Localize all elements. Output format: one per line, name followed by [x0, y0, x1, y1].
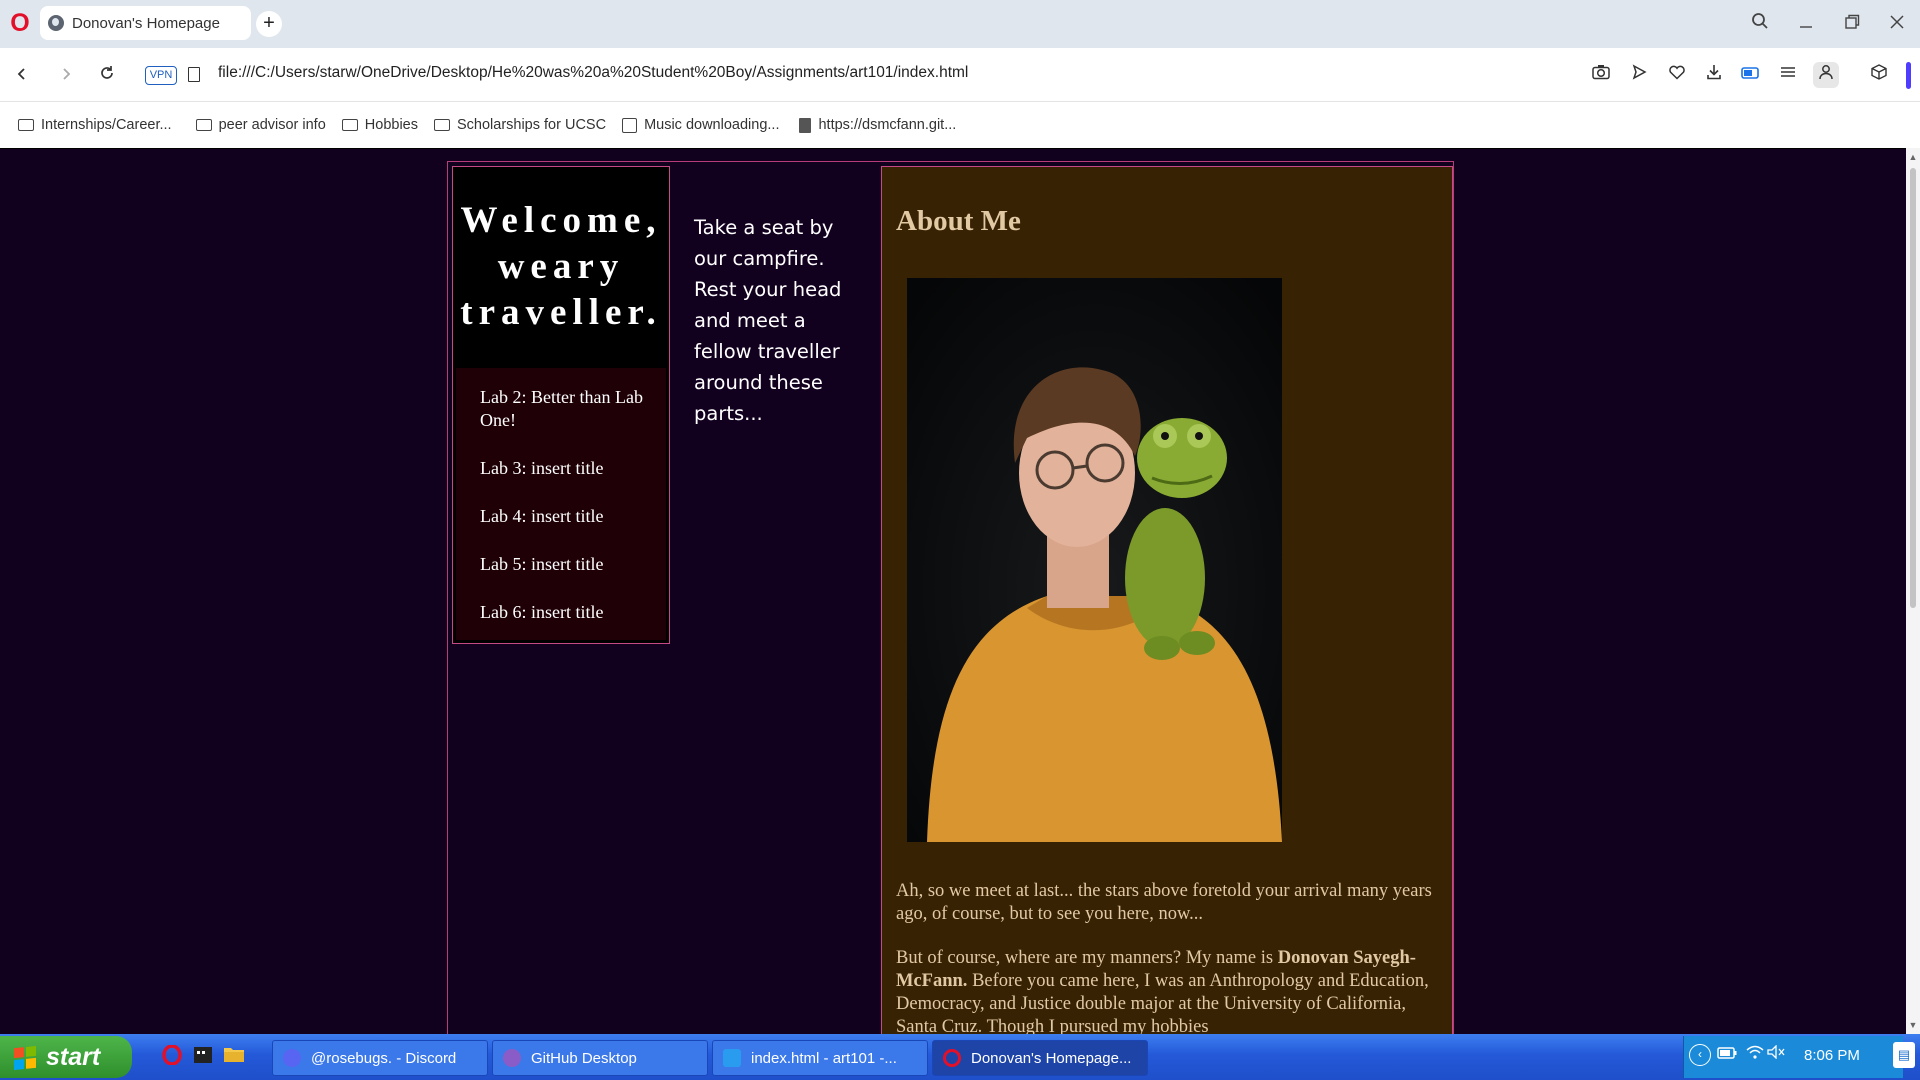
folder-icon — [433, 119, 450, 131]
vscode-icon — [723, 1049, 741, 1067]
bookmark-label: Internships/Career... — [41, 117, 172, 133]
bookmark-label: Hobbies — [364, 117, 418, 133]
task-label: Donovan's Homepage... — [971, 1049, 1132, 1067]
battery-icon[interactable] — [1716, 1044, 1738, 1066]
close-window-button[interactable] — [1880, 8, 1914, 40]
heart-icon[interactable] — [1664, 62, 1690, 88]
download-page-icon — [622, 117, 638, 133]
bookmark-scholarships[interactable]: Scholarships for UCSC — [433, 117, 607, 133]
back-button[interactable] — [8, 61, 36, 89]
page-container: Welcome, weary traveller. Lab 2: Better … — [447, 161, 1454, 1034]
lab-link-2[interactable]: Lab 2: Better than Lab One! — [480, 386, 660, 432]
campfire-text: Take a seat by our campfire. Rest your h… — [694, 216, 842, 425]
vpn-badge[interactable]: VPN — [145, 66, 177, 85]
tab-title: Donovan's Homepage — [72, 14, 220, 32]
camera-icon[interactable] — [1588, 62, 1614, 88]
minimize-button[interactable] — [1789, 8, 1823, 40]
nav-sidebar: Welcome, weary traveller. Lab 2: Better … — [452, 166, 670, 644]
bookmark-github-pages[interactable]: https://dsmcfann.git... — [799, 117, 956, 133]
opera-logo-icon[interactable]: O — [8, 10, 32, 36]
reload-button[interactable] — [93, 61, 121, 89]
task-label: index.html - art101 -... — [751, 1049, 897, 1067]
opera-quicklaunch-icon[interactable] — [160, 1044, 184, 1069]
bookmarks-bar: Internships/Career... peer advisor info … — [0, 102, 1920, 148]
folder-icon — [195, 119, 212, 131]
search-tabs-icon[interactable] — [1743, 8, 1777, 40]
taskbar-item-github[interactable]: GitHub Desktop — [492, 1040, 708, 1076]
easy-setup-icon[interactable] — [1775, 62, 1801, 88]
globe-icon — [48, 15, 64, 31]
lab-link-4[interactable]: Lab 4: insert title — [480, 505, 660, 528]
page-info-icon[interactable] — [188, 67, 200, 82]
about-paragraph-1: Ah, so we meet at last... the stars abov… — [896, 881, 1432, 924]
volume-muted-icon[interactable] — [1765, 1044, 1787, 1066]
lab-link-5[interactable]: Lab 5: insert title — [480, 553, 660, 576]
start-button[interactable]: start — [0, 1036, 132, 1078]
forward-button[interactable] — [52, 61, 80, 89]
bookmark-internships[interactable]: Internships/Career... — [18, 117, 172, 133]
url-field[interactable]: file:///C:/Users/starw/OneDrive/Desktop/… — [218, 64, 968, 82]
start-label: start — [46, 1043, 101, 1071]
browser-tab[interactable]: Donovan's Homepage — [40, 6, 251, 40]
document-icon — [799, 117, 812, 133]
discord-icon — [283, 1049, 301, 1067]
lab-list: Lab 2: Better than Lab One! Lab 3: inser… — [456, 368, 666, 640]
page-scrollbar[interactable]: ▲ ▼ — [1906, 148, 1920, 1034]
sidebar-accent-bar[interactable] — [1906, 62, 1911, 89]
lab-link-3[interactable]: Lab 3: insert title — [480, 457, 660, 480]
terminal-quicklaunch-icon[interactable] — [191, 1045, 215, 1069]
about-paragraph-2-intro: But of course, where are my manners? My … — [896, 948, 1278, 968]
taskbar-item-discord[interactable]: @rosebugs. - Discord — [272, 1040, 488, 1076]
download-icon[interactable] — [1701, 62, 1727, 88]
windows-flag-icon — [14, 1045, 36, 1071]
taskbar: start @rosebugs. - Discord GitHub Deskto… — [0, 1034, 1920, 1080]
lab-link-6[interactable]: Lab 6: insert title — [480, 601, 660, 624]
extensions-cube-icon[interactable] — [1866, 62, 1892, 88]
bookmark-music[interactable]: Music downloading... — [622, 117, 779, 133]
bookmark-hobbies[interactable]: Hobbies — [341, 117, 418, 133]
bookmark-peer-advisor[interactable]: peer advisor info — [195, 117, 326, 133]
opera-icon — [943, 1049, 961, 1067]
battery-saver-icon[interactable] — [1738, 62, 1764, 88]
restore-button[interactable] — [1835, 8, 1869, 40]
notifications-icon[interactable]: ▤ — [1893, 1042, 1915, 1068]
new-tab-button[interactable]: + — [256, 11, 282, 37]
about-heading: About Me — [896, 205, 1021, 237]
tab-strip: O Donovan's Homepage + — [0, 0, 1920, 48]
task-label: @rosebugs. - Discord — [311, 1049, 457, 1067]
bookmark-label: Scholarships for UCSC — [456, 117, 607, 133]
about-paragraph-2-rest: Before you came here, I was an Anthropol… — [896, 971, 1429, 1034]
folder-icon — [18, 119, 34, 131]
task-label: GitHub Desktop — [531, 1049, 637, 1067]
page-viewport: Welcome, weary traveller. Lab 2: Better … — [0, 148, 1906, 1034]
taskbar-item-opera[interactable]: Donovan's Homepage... — [932, 1040, 1148, 1076]
tray-expand-icon[interactable]: ‹ — [1689, 1044, 1711, 1066]
profile-icon[interactable] — [1813, 62, 1839, 88]
bookmark-label: peer advisor info — [218, 117, 326, 133]
wifi-icon[interactable] — [1744, 1044, 1766, 1066]
folder-icon — [341, 119, 358, 131]
folder-quicklaunch-icon[interactable] — [222, 1045, 246, 1069]
welcome-heading: Welcome, weary traveller. — [460, 200, 662, 333]
github-icon — [503, 1049, 521, 1067]
taskbar-item-vscode[interactable]: index.html - art101 -... — [712, 1040, 928, 1076]
clock[interactable]: 8:06 PM — [1804, 1047, 1860, 1064]
scrollbar-thumb[interactable] — [1910, 168, 1916, 608]
about-paragraph-2: But of course, where are my manners? My … — [896, 947, 1441, 1034]
portrait-photo — [907, 278, 1282, 842]
bookmark-label: Music downloading... — [644, 117, 780, 133]
about-section: About Me Ah, so we meet at last... the s… — [881, 166, 1453, 1034]
flow-send-icon[interactable] — [1626, 62, 1652, 88]
scroll-down-icon[interactable]: ▼ — [1906, 1018, 1920, 1032]
address-bar: VPN file:///C:/Users/starw/OneDrive/Desk… — [0, 48, 1920, 102]
scroll-up-icon[interactable]: ▲ — [1906, 150, 1920, 164]
bookmark-label: https://dsmcfann.git... — [818, 117, 957, 133]
